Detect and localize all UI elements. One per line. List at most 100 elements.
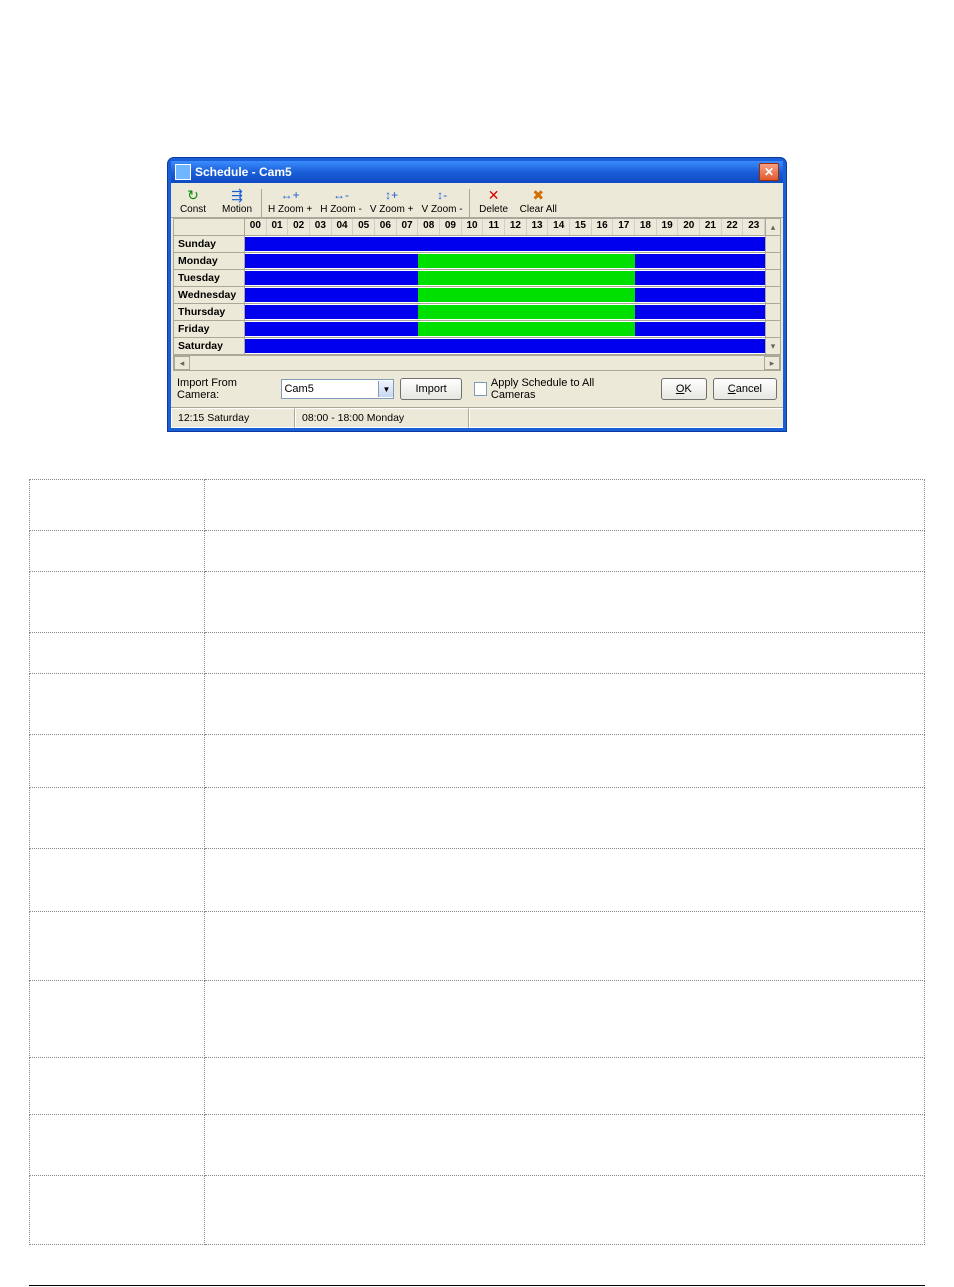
day-timeline[interactable] <box>245 287 765 303</box>
day-row-thursday: Thursday <box>174 304 780 321</box>
status-selection: 08:00 - 18:00 Monday <box>295 408 469 428</box>
desc-key <box>30 735 205 788</box>
checkbox-box[interactable] <box>474 382 487 396</box>
const-segment[interactable] <box>635 254 765 268</box>
desc-value <box>205 981 925 1058</box>
const-button[interactable]: ↻Const <box>171 185 215 217</box>
day-label: Sunday <box>174 236 245 252</box>
clearall-icon: ✖ <box>529 187 547 203</box>
day-row-monday: Monday <box>174 253 780 270</box>
scroll-up-button[interactable]: ▴ <box>765 219 780 235</box>
hour-header-18: 18 <box>635 219 657 235</box>
hzoomm-button[interactable]: ↔-H Zoom - <box>316 185 366 217</box>
description-table <box>29 479 925 1245</box>
scroll-track[interactable] <box>190 356 764 370</box>
desc-value <box>205 1115 925 1176</box>
hour-header-20: 20 <box>678 219 700 235</box>
schedule-grid: 0001020304050607080910111213141516171819… <box>173 218 781 371</box>
status-time: 12:15 Saturday <box>171 408 295 428</box>
const-segment[interactable] <box>245 237 765 251</box>
window-title: Schedule - Cam5 <box>195 165 292 179</box>
corner-cell <box>174 219 245 235</box>
scroll-right-button[interactable]: ▸ <box>764 356 780 370</box>
schedule-window: Schedule - Cam5 ✕ ↻Const⇶Motion↔+H Zoom … <box>168 158 786 431</box>
day-label: Saturday <box>174 338 245 354</box>
const-segment[interactable] <box>245 271 418 285</box>
desc-value <box>205 633 925 674</box>
table-row <box>30 674 925 735</box>
vzoomp-icon: ↕+ <box>383 187 401 203</box>
desc-key <box>30 674 205 735</box>
import-button[interactable]: Import <box>400 378 461 400</box>
clearall-button[interactable]: ✖Clear All <box>516 185 561 217</box>
camera-select[interactable]: ▼ <box>281 379 394 399</box>
hzoomp-button[interactable]: ↔+H Zoom + <box>264 185 316 217</box>
chevron-down-icon[interactable]: ▼ <box>378 381 393 397</box>
const-segment[interactable] <box>635 271 765 285</box>
desc-key <box>30 1115 205 1176</box>
desc-key <box>30 849 205 912</box>
day-label: Wednesday <box>174 287 245 303</box>
hour-header-14: 14 <box>548 219 570 235</box>
motion-label: Motion <box>222 204 252 215</box>
delete-button[interactable]: ✕Delete <box>472 185 516 217</box>
day-timeline[interactable] <box>245 338 765 354</box>
day-timeline[interactable] <box>245 270 765 286</box>
hour-header-09: 09 <box>440 219 462 235</box>
hour-header-23: 23 <box>743 219 765 235</box>
desc-key <box>30 480 205 531</box>
desc-key <box>30 788 205 849</box>
day-row-friday: Friday <box>174 321 780 338</box>
desc-key <box>30 633 205 674</box>
day-label: Friday <box>174 321 245 337</box>
hour-header-04: 04 <box>332 219 354 235</box>
motion-segment[interactable] <box>418 254 635 268</box>
titlebar[interactable]: Schedule - Cam5 ✕ <box>171 161 783 183</box>
ok-button[interactable]: OK <box>661 378 707 400</box>
table-row <box>30 1058 925 1115</box>
hzoomp-label: H Zoom + <box>268 204 312 215</box>
toolbar-separator <box>261 189 262 217</box>
import-from-label: Import From Camera: <box>177 377 275 401</box>
motion-segment[interactable] <box>418 305 635 319</box>
row-spacer <box>765 321 780 337</box>
const-segment[interactable] <box>245 288 418 302</box>
motion-segment[interactable] <box>418 271 635 285</box>
const-segment[interactable] <box>245 305 418 319</box>
hour-header-10: 10 <box>462 219 484 235</box>
scroll-left-button[interactable]: ◂ <box>174 356 190 370</box>
hours-header: 0001020304050607080910111213141516171819… <box>174 219 780 236</box>
day-timeline[interactable] <box>245 321 765 337</box>
const-label: Const <box>180 204 206 215</box>
const-segment[interactable] <box>245 322 418 336</box>
day-timeline[interactable] <box>245 236 765 252</box>
day-timeline[interactable] <box>245 253 765 269</box>
hour-header-11: 11 <box>483 219 505 235</box>
day-timeline[interactable] <box>245 304 765 320</box>
hzoomp-icon: ↔+ <box>281 187 299 203</box>
const-segment[interactable] <box>635 288 765 302</box>
const-segment[interactable] <box>635 322 765 336</box>
hour-header-21: 21 <box>700 219 722 235</box>
desc-key <box>30 1058 205 1115</box>
const-icon: ↻ <box>184 187 202 203</box>
horizontal-scrollbar[interactable]: ◂ ▸ <box>174 355 780 370</box>
close-button[interactable]: ✕ <box>759 163 779 181</box>
motion-button[interactable]: ⇶Motion <box>215 185 259 217</box>
const-segment[interactable] <box>635 305 765 319</box>
import-button-label: Import <box>415 383 446 395</box>
hour-header-03: 03 <box>310 219 332 235</box>
hzoomm-label: H Zoom - <box>320 204 362 215</box>
camera-select-input[interactable] <box>282 381 378 397</box>
motion-segment[interactable] <box>418 322 635 336</box>
scroll-down-button[interactable]: ▾ <box>765 338 780 354</box>
hour-header-15: 15 <box>570 219 592 235</box>
apply-all-checkbox[interactable]: Apply Schedule to All Cameras <box>474 377 632 401</box>
cancel-button[interactable]: Cancel <box>713 378 777 400</box>
vzoomm-button[interactable]: ↕-V Zoom - <box>418 185 467 217</box>
const-segment[interactable] <box>245 254 418 268</box>
const-segment[interactable] <box>245 339 765 353</box>
vzoomp-button[interactable]: ↕+V Zoom + <box>366 185 418 217</box>
motion-segment[interactable] <box>418 288 635 302</box>
table-row <box>30 1176 925 1245</box>
